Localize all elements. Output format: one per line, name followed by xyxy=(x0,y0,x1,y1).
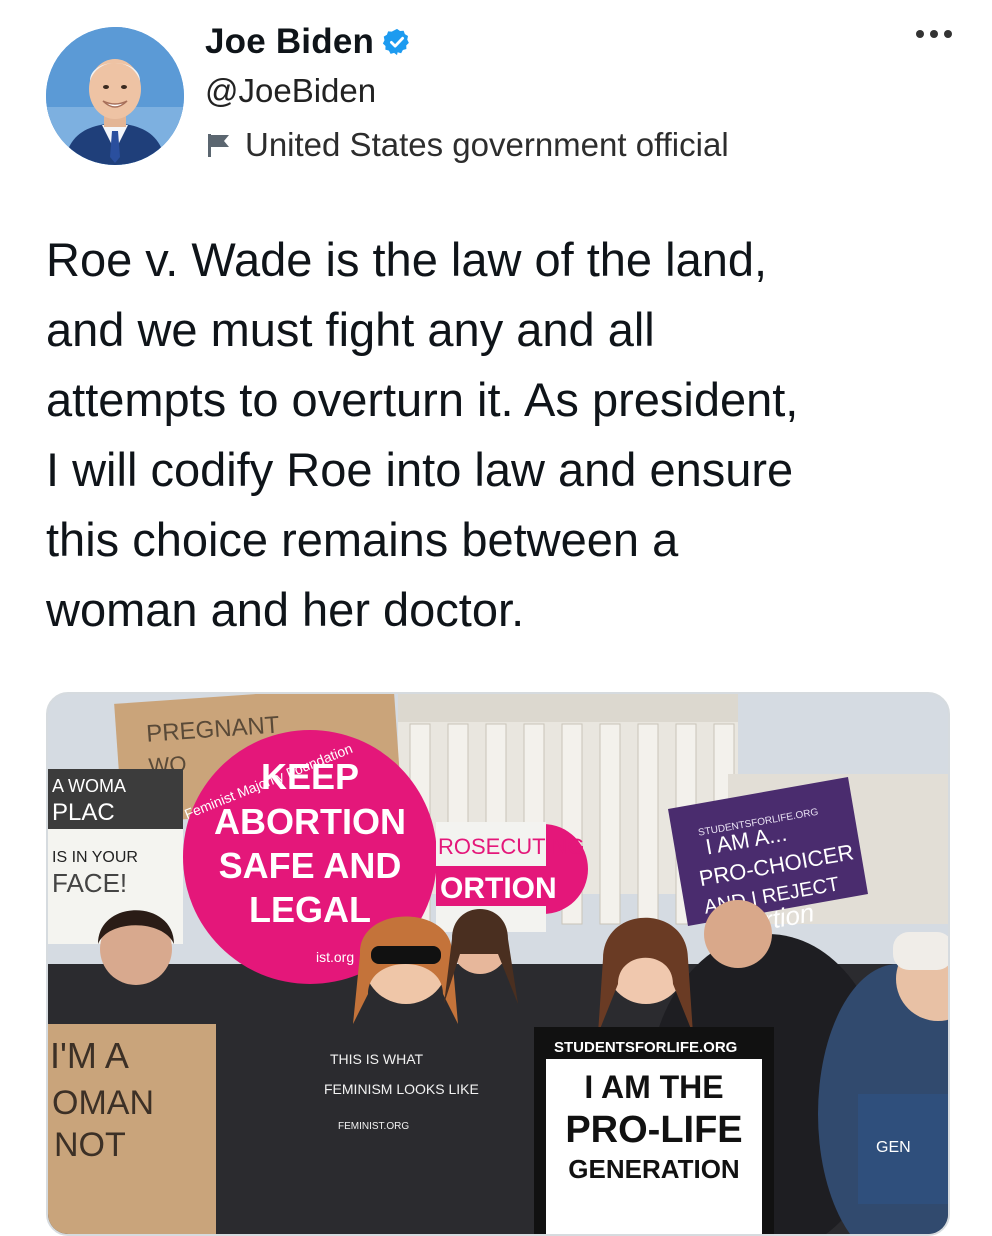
sign-legal-text: LEGAL xyxy=(249,889,371,930)
sign-safe-and-text: SAFE AND xyxy=(219,845,402,886)
verified-badge-icon xyxy=(382,27,412,57)
sign-keep-text: KEEP xyxy=(261,756,359,797)
shirt-this-is-what-text: THIS IS WHAT xyxy=(330,1051,424,1067)
avatar-image xyxy=(46,27,184,165)
protest-photo-image: PREGNANT WO A WOMA PLAC IS IN YOUR FACE!… xyxy=(48,694,948,1234)
sign-ist-org-text: ist.org xyxy=(316,949,354,965)
avatar[interactable] xyxy=(46,27,184,165)
flag-icon xyxy=(205,131,233,159)
shirt-feminism-looks-like-text: FEMINISM LOOKS LIKE xyxy=(324,1081,479,1097)
tweet-text: Roe v. Wade is the law of the land, and … xyxy=(46,233,799,636)
sign-not-text: NOT xyxy=(54,1126,126,1164)
sign-generation-text: GENERATION xyxy=(568,1154,739,1184)
more-dot-icon xyxy=(916,30,924,38)
more-dot-icon xyxy=(930,30,938,38)
sign-studentsforlife-text: STUDENTSFORLIFE.ORG xyxy=(554,1039,737,1056)
author-handle[interactable]: @JoeBiden xyxy=(205,72,376,110)
shirt-feminist-org-text: FEMINIST.ORG xyxy=(338,1121,409,1132)
account-label-text: United States government official xyxy=(245,126,729,163)
tweet-photo[interactable]: PREGNANT WO A WOMA PLAC IS IN YOUR FACE!… xyxy=(46,692,950,1236)
sign-a-woman-text: A WOMA xyxy=(52,776,126,796)
more-options-button[interactable] xyxy=(916,30,952,38)
sign-prosecuting-text: ROSECUTING xyxy=(438,834,585,859)
sign-i-am-the-text: I AM THE xyxy=(584,1069,723,1105)
sign-pro-life-text: PRO-LIFE xyxy=(565,1109,742,1151)
sign-ortion-text: ORTION xyxy=(440,872,557,905)
sign-place-text: PLAC xyxy=(52,799,115,826)
sign-oman-text: OMAN xyxy=(52,1084,154,1122)
sign-abortion-text: ABORTION xyxy=(214,801,406,842)
account-label: United States government official xyxy=(205,126,729,164)
sign-is-in-your-text: IS IN YOUR xyxy=(52,849,138,866)
more-dot-icon xyxy=(944,30,952,38)
author-name-line: Joe Biden xyxy=(205,22,412,62)
sign-gen-text: GEN xyxy=(876,1139,911,1156)
author-name[interactable]: Joe Biden xyxy=(205,22,374,62)
sign-face-text: FACE! xyxy=(52,868,127,898)
sign-im-a-text: I'M A xyxy=(50,1035,129,1076)
